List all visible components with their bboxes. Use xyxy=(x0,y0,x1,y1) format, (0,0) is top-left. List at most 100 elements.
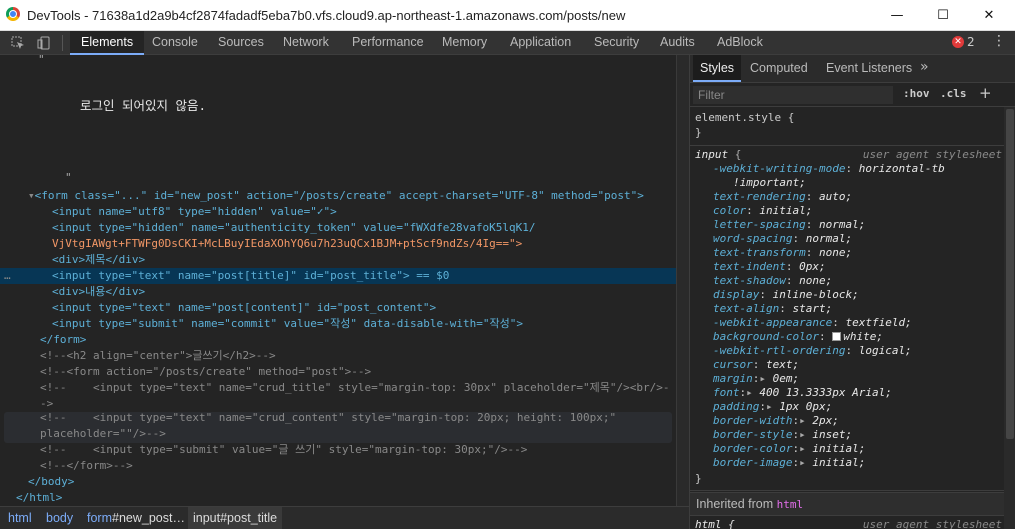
dom-node-line[interactable]: <input type="hidden" name="authenticity_… xyxy=(0,220,676,236)
tab-event-listeners[interactable]: Event Listeners xyxy=(819,55,919,82)
dom-node-text: <!-- <input type="text" name="crud_title… xyxy=(40,381,670,394)
expand-triangle-icon[interactable]: ▸ xyxy=(799,428,806,441)
tab-application[interactable]: Application xyxy=(499,31,582,55)
property-name: padding xyxy=(713,400,760,413)
dom-comment-line[interactable]: <!--</form>--> xyxy=(0,458,676,474)
property-value: horizontal-tb xyxy=(858,162,945,175)
inspect-element-button[interactable] xyxy=(6,31,30,55)
dom-node-line[interactable]: <div>내용</div> xyxy=(0,284,676,300)
style-declaration[interactable]: border-color:▸ initial; xyxy=(695,442,865,456)
style-declaration[interactable]: padding:▸ 1px 0px; xyxy=(695,400,832,414)
dom-node-line[interactable]: <input name="utf8" type="hidden" value="… xyxy=(0,204,676,220)
dom-comment-line[interactable]: placeholder=""/>--> xyxy=(0,426,676,442)
new-rule-icon[interactable]: + xyxy=(979,84,992,102)
expand-triangle-icon[interactable]: ▸ xyxy=(746,386,753,399)
expand-triangle-icon[interactable]: ▸ xyxy=(759,372,766,385)
breadcrumb-body[interactable]: body xyxy=(41,507,78,529)
expand-triangle-icon[interactable]: ▸ xyxy=(799,456,806,469)
tab-performance[interactable]: Performance xyxy=(341,31,435,55)
dom-comment-line[interactable]: <!-- <input type="text" name="crud_conte… xyxy=(0,410,676,426)
error-counter[interactable]: ✕ 2 xyxy=(952,35,975,49)
expand-triangle-icon[interactable]: ▸ xyxy=(766,400,773,413)
rule-brace: { xyxy=(734,148,742,161)
dom-node-line[interactable]: <input type="submit" name="commit" value… xyxy=(0,316,676,332)
style-declaration[interactable]: background-color: white; xyxy=(695,330,883,344)
hover-state-toggle[interactable]: :hov xyxy=(903,87,930,100)
rule-selector-line[interactable]: input { xyxy=(695,148,741,162)
style-declaration[interactable]: border-image:▸ initial; xyxy=(695,456,865,470)
property-name: text-shadow xyxy=(713,274,786,287)
dom-node-line[interactable]: VjVtgIAWgt+FTWFg0DsCKI+McLBuyIEdaXOhYQ6u… xyxy=(0,236,676,252)
dom-node-line[interactable]: </body> xyxy=(0,474,676,490)
expand-triangle-icon[interactable]: ▸ xyxy=(799,442,806,455)
style-declaration[interactable]: text-shadow: none; xyxy=(695,274,832,288)
style-declaration[interactable]: word-spacing: normal; xyxy=(695,232,852,246)
dom-node-selected[interactable]: … <input type="text" name="post[title]" i… xyxy=(0,268,676,284)
style-declaration[interactable]: text-rendering: auto; xyxy=(695,190,852,204)
node-ellipsis[interactable]: … xyxy=(0,269,11,282)
tab-computed[interactable]: Computed xyxy=(743,55,815,82)
more-tabs-icon[interactable]: » xyxy=(920,59,929,75)
dom-node-line[interactable]: </form> xyxy=(0,332,676,348)
style-declaration[interactable]: display: inline-block; xyxy=(695,288,859,302)
property-name: text-transform xyxy=(713,246,806,259)
style-declaration[interactable]: font:▸ 400 13.3333px Arial; xyxy=(695,386,892,400)
scrollbar-thumb[interactable] xyxy=(1006,109,1014,439)
style-declaration[interactable]: text-indent: 0px; xyxy=(695,260,826,274)
style-declaration[interactable]: border-width:▸ 2px; xyxy=(695,414,839,428)
style-declaration[interactable]: text-align: start; xyxy=(695,302,832,316)
style-declaration[interactable]: text-transform: none; xyxy=(695,246,852,260)
more-options-icon[interactable]: ⋮ xyxy=(992,33,1006,49)
dom-comment-line[interactable]: <!-- <input type="submit" value="글 쓰기" s… xyxy=(0,442,676,458)
text-node-content[interactable]: 로그인 되어있지 않음. xyxy=(80,95,206,114)
tab-audits[interactable]: Audits xyxy=(649,31,706,55)
style-declaration[interactable]: letter-spacing: normal; xyxy=(695,218,865,232)
dom-node-line[interactable]: </html> xyxy=(0,490,676,506)
dom-comment-line[interactable]: <!--<form action="/posts/create" method=… xyxy=(0,364,676,380)
style-declaration[interactable]: margin:▸ 0em; xyxy=(695,372,799,386)
tab-memory[interactable]: Memory xyxy=(431,31,498,55)
elements-scrollbar[interactable] xyxy=(676,55,689,506)
breadcrumb-form[interactable]: form#new_post… xyxy=(82,507,190,529)
inherited-tag-link[interactable]: html xyxy=(777,498,804,511)
dom-comment-line[interactable]: <!--<h2 align="center">글쓰기</h2>--> xyxy=(0,348,676,364)
dom-node-line[interactable]: <div>제목</div> xyxy=(0,252,676,268)
chrome-logo-icon xyxy=(6,7,20,21)
tab-adblock[interactable]: AdBlock xyxy=(706,31,774,55)
breadcrumb-input[interactable]: input#post_title xyxy=(188,507,283,529)
close-button[interactable]: ✕ xyxy=(966,0,1012,31)
property-value: 400 13.3333px Arial; xyxy=(759,386,892,399)
tab-styles[interactable]: Styles xyxy=(693,55,742,82)
breadcrumb-html[interactable]: html xyxy=(3,507,37,529)
property-value: !important; xyxy=(733,176,806,189)
tab-console[interactable]: Console xyxy=(141,31,209,55)
element-style-selector[interactable]: element.style { xyxy=(695,111,794,125)
dom-node-form[interactable]: ▾<form class="..." id="new_post" action=… xyxy=(0,188,676,204)
tab-sources[interactable]: Sources xyxy=(207,31,275,55)
style-declaration[interactable]: -webkit-appearance: textfield; xyxy=(695,316,912,330)
dom-comment-line[interactable]: <!-- <input type="text" name="crud_title… xyxy=(0,380,676,396)
style-declaration[interactable]: border-style:▸ inset; xyxy=(695,428,852,442)
dom-node-line[interactable]: <input type="text" name="post[content]" … xyxy=(0,300,676,316)
device-toolbar-button[interactable] xyxy=(32,31,56,55)
styles-scrollbar[interactable] xyxy=(1004,107,1015,529)
tab-network[interactable]: Network xyxy=(272,31,340,55)
dom-node-text: <!--</form>--> xyxy=(40,459,133,472)
filter-input[interactable] xyxy=(693,86,893,104)
tab-elements[interactable]: Elements xyxy=(70,31,145,55)
color-swatch-icon[interactable] xyxy=(832,332,842,341)
class-toggle[interactable]: .cls xyxy=(940,87,967,100)
collapse-arrow-icon[interactable]: ▾ xyxy=(0,189,35,202)
style-declaration[interactable]: -webkit-rtl-ordering: logical; xyxy=(695,344,912,358)
minimize-button[interactable]: — xyxy=(874,0,920,31)
style-declaration[interactable]: -webkit-writing-mode: horizontal-tb xyxy=(695,162,945,176)
tab-security[interactable]: Security xyxy=(583,31,650,55)
maximize-button[interactable]: ☐ xyxy=(920,0,966,31)
expand-triangle-icon[interactable]: ▸ xyxy=(799,414,806,427)
style-declaration[interactable]: color: initial; xyxy=(695,204,812,218)
property-value: logical; xyxy=(858,344,912,357)
next-rule-selector[interactable]: html { xyxy=(695,518,735,529)
property-value: white; xyxy=(843,330,883,343)
breadcrumb-tag: form xyxy=(87,511,112,525)
style-declaration[interactable]: cursor: text; xyxy=(695,358,799,372)
